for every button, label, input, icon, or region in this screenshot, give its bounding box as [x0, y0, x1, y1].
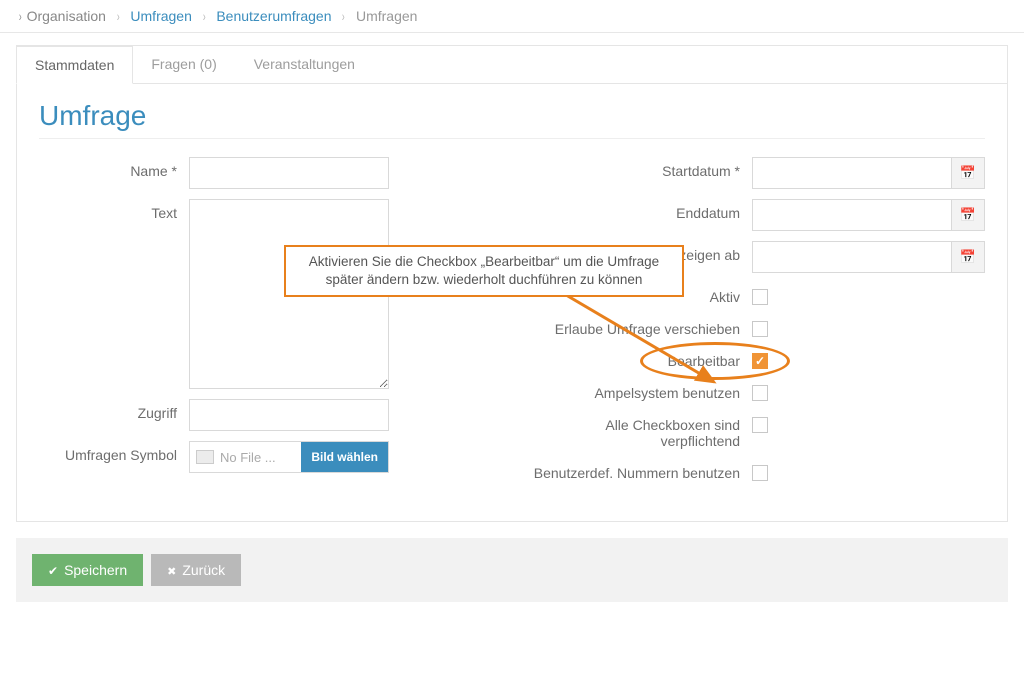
arrow-annotation: [544, 282, 764, 392]
file-chooser: No File ... Bild wählen: [189, 441, 389, 473]
name-input[interactable]: [189, 157, 389, 189]
file-placeholder-text: No File ...: [220, 450, 276, 465]
tab-veranstaltungen[interactable]: Veranstaltungen: [235, 45, 374, 83]
image-icon: [196, 450, 214, 464]
calendar-icon: 📅: [960, 249, 976, 265]
form-left-column: Name * Text Zugriff Umfragen Symbol: [39, 157, 492, 491]
check-icon: [48, 562, 58, 578]
tab-stammdaten[interactable]: Stammdaten: [16, 46, 133, 84]
back-button-label: Zurück: [182, 562, 225, 578]
enddate-label: Enddatum: [532, 199, 752, 221]
breadcrumb-current: Umfragen: [356, 8, 417, 24]
save-button[interactable]: Speichern: [32, 554, 143, 586]
calendar-icon: 📅: [960, 207, 976, 223]
choose-image-button[interactable]: Bild wählen: [301, 442, 388, 472]
access-input[interactable]: [189, 399, 389, 431]
divider: [39, 138, 985, 139]
access-label: Zugriff: [39, 399, 189, 421]
form-grid: Aktivieren Sie die Checkbox „Bearbeitbar…: [39, 157, 985, 491]
breadcrumb-link-benutzerumfragen[interactable]: Benutzerumfragen: [216, 8, 331, 24]
tab-content: Umfrage Aktivieren Sie die Checkbox „Bea…: [17, 84, 1007, 521]
breadcrumb-link-umfragen[interactable]: Umfragen: [130, 8, 191, 24]
chevron-right-icon: ›: [117, 8, 120, 24]
page-title: Umfrage: [39, 100, 985, 132]
chevron-right-icon: ›: [19, 8, 22, 24]
name-label: Name *: [39, 157, 189, 179]
symbol-label: Umfragen Symbol: [39, 441, 189, 463]
enddate-picker-button[interactable]: 📅: [951, 199, 985, 231]
breadcrumb-item: Organisation: [27, 8, 106, 24]
showfrom-picker-button[interactable]: 📅: [951, 241, 985, 273]
startdate-input[interactable]: [752, 157, 951, 189]
tabs: Stammdaten Fragen (0) Veranstaltungen: [17, 45, 1007, 84]
all-cb-label: Alle Checkboxen sind verpflichtend: [532, 411, 752, 449]
tab-fragen[interactable]: Fragen (0): [132, 45, 235, 83]
back-button[interactable]: Zurück: [151, 554, 241, 586]
startdate-picker-button[interactable]: 📅: [951, 157, 985, 189]
usernum-label: Benutzerdef. Nummern benutzen: [532, 459, 752, 481]
all-cb-checkbox[interactable]: [752, 417, 768, 433]
calendar-icon: 📅: [960, 165, 976, 181]
startdate-label: Startdatum *: [532, 157, 752, 179]
usernum-checkbox[interactable]: [752, 465, 768, 481]
breadcrumb: › Organisation › Umfragen › Benutzerumfr…: [0, 0, 1024, 33]
enddate-input[interactable]: [752, 199, 951, 231]
chevron-right-icon: ›: [342, 8, 345, 24]
action-bar: Speichern Zurück: [16, 538, 1008, 602]
text-label: Text: [39, 199, 189, 221]
showfrom-input[interactable]: [752, 241, 951, 273]
save-button-label: Speichern: [64, 562, 127, 578]
help-callout: Aktivieren Sie die Checkbox „Bearbeitbar…: [284, 245, 684, 297]
chevron-right-icon: ›: [203, 8, 206, 24]
close-icon: [167, 562, 176, 578]
panel: Stammdaten Fragen (0) Veranstaltungen Um…: [16, 45, 1008, 522]
file-placeholder: No File ...: [190, 450, 301, 465]
